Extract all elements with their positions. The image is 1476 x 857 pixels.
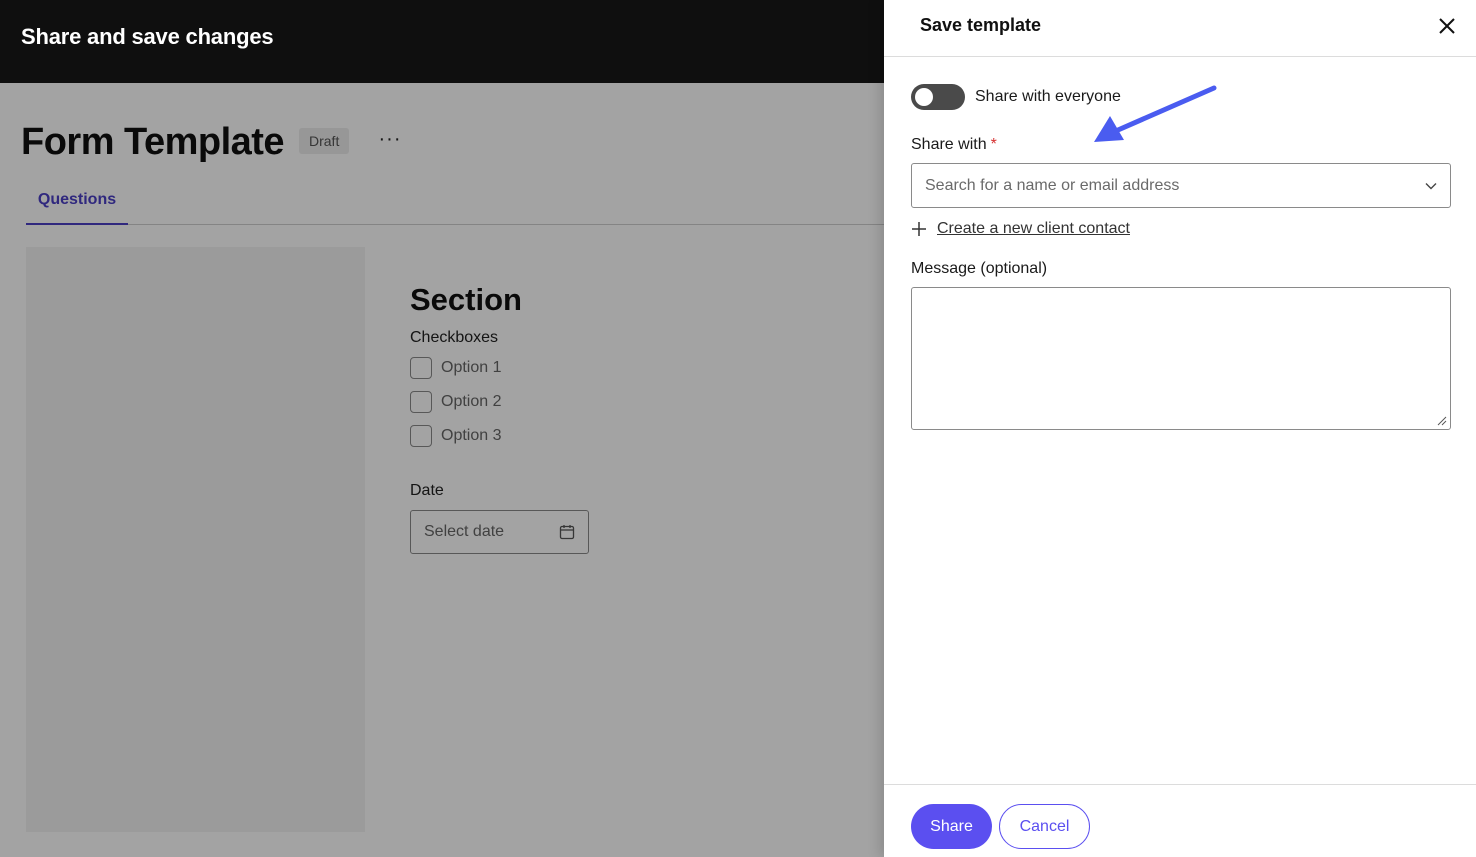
share-with-combobox[interactable] xyxy=(911,163,1451,208)
resize-grip-icon[interactable] xyxy=(1437,416,1447,426)
toggle-knob xyxy=(915,88,933,106)
cancel-button[interactable]: Cancel xyxy=(999,804,1090,849)
create-client-contact-link-text[interactable]: Create a new client contact xyxy=(937,220,1130,238)
required-indicator: * xyxy=(990,136,997,153)
share-with-label: Share with * xyxy=(911,136,997,154)
modal-backdrop[interactable] xyxy=(0,83,884,857)
drawer-footer: Share Cancel xyxy=(884,784,1476,857)
chevron-down-icon[interactable] xyxy=(1424,179,1438,193)
plus-icon xyxy=(912,222,926,236)
drawer-header: Save template xyxy=(884,0,1476,57)
share-with-everyone-toggle[interactable] xyxy=(911,84,965,110)
close-icon[interactable] xyxy=(1436,15,1458,37)
topbar-title: Share and save changes xyxy=(21,24,274,49)
message-label: Message (optional) xyxy=(911,260,1048,277)
share-button[interactable]: Share xyxy=(911,804,992,849)
drawer-title: Save template xyxy=(920,15,1042,35)
create-client-contact-link[interactable]: Create a new client contact xyxy=(911,218,1130,240)
save-template-drawer: Save template Share with everyone Share … xyxy=(884,0,1476,857)
annotation-arrow-icon xyxy=(1094,85,1217,142)
share-with-label-text: Share with xyxy=(911,136,987,153)
message-textarea[interactable] xyxy=(911,287,1451,430)
share-with-search-input[interactable] xyxy=(913,165,1413,206)
